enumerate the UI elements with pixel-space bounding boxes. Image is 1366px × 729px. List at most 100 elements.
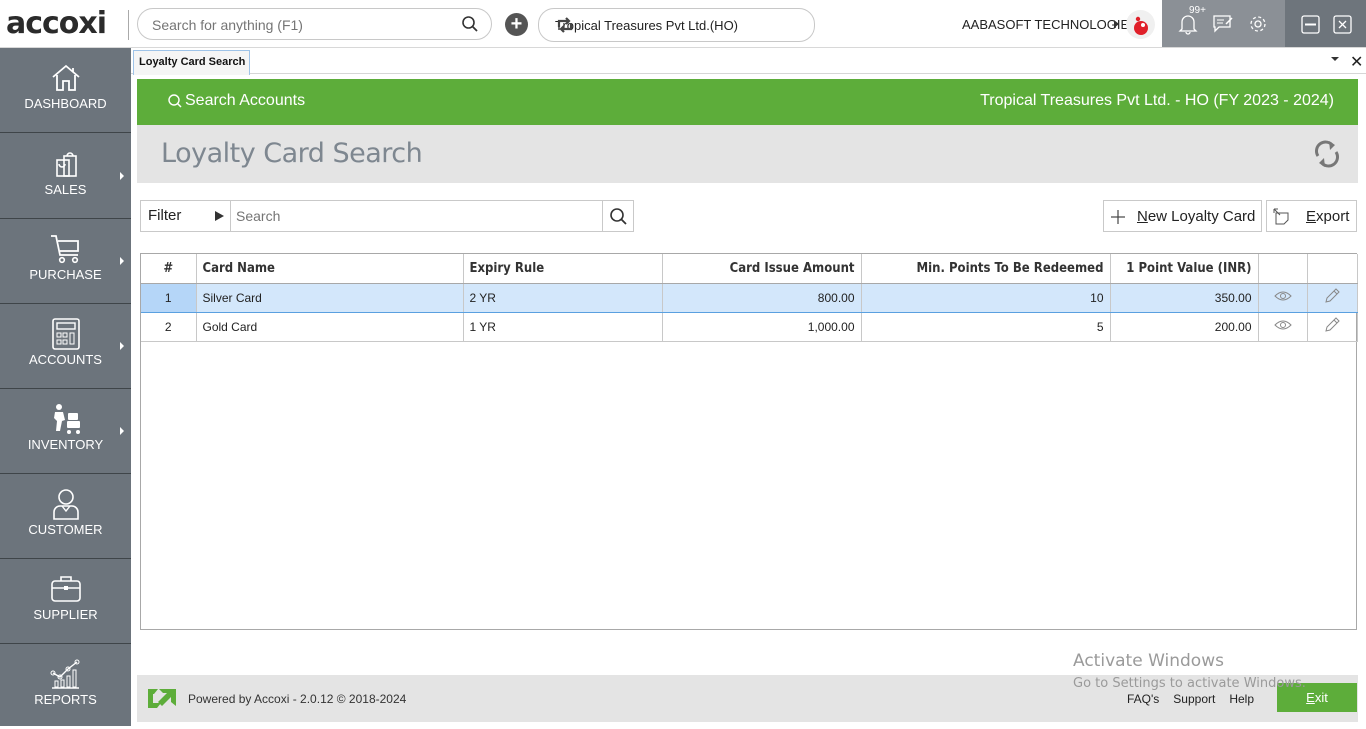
top-bar: accoxi + Tropical Treasures Pvt Ltd.(HO)…: [0, 0, 1366, 48]
loyalty-card-grid: # Card Name Expiry Rule Card Issue Amoun…: [140, 253, 1358, 630]
exit-label: xit: [1314, 690, 1328, 705]
sidebar-item-label: SUPPLIER: [33, 607, 98, 622]
filter-label: Filter: [148, 207, 182, 224]
help-link[interactable]: Help: [1229, 692, 1254, 706]
chart-icon: [48, 658, 84, 690]
new-button-label: ew Loyalty Card: [1147, 208, 1256, 225]
filter-toggle[interactable]: Filter: [140, 200, 231, 232]
search-button[interactable]: [602, 200, 634, 232]
powered-by-text: Powered by Accoxi - 2.0.12 © 2018-2024: [188, 692, 407, 706]
cell-min-points: 10: [861, 283, 1111, 313]
cell-card-name: Silver Card: [196, 283, 464, 313]
search-icon[interactable]: [461, 15, 479, 38]
export-icon: [1273, 208, 1289, 225]
cell-number: 1: [141, 283, 197, 313]
edit-button[interactable]: [1307, 312, 1358, 342]
watermark-line1: Activate Windows: [1073, 651, 1224, 671]
windows-activation-watermark: Activate Windows Go to Settings to activ…: [1073, 651, 1306, 691]
sidebar-item-inventory[interactable]: INVENTORY: [0, 389, 131, 474]
search-box[interactable]: [230, 200, 603, 232]
tab-strip: [131, 48, 1366, 74]
close-tab-icon[interactable]: ✕: [1350, 52, 1363, 72]
cell-number: 2: [141, 312, 197, 342]
submenu-arrow-icon: [120, 172, 124, 180]
cart-icon: [48, 233, 84, 265]
tab-loyalty-card-search[interactable]: Loyalty Card Search: [133, 50, 250, 75]
column-header-expiry-rule[interactable]: Expiry Rule: [463, 254, 663, 284]
refresh-icon[interactable]: [1312, 138, 1342, 175]
messages-icon[interactable]: [1212, 14, 1234, 39]
user-avatar[interactable]: [1126, 10, 1155, 39]
sidebar-item-label: REPORTS: [34, 692, 97, 707]
view-button[interactable]: [1258, 312, 1308, 342]
cell-point-value: 200.00: [1110, 312, 1259, 342]
notification-badge: 99+: [1189, 5, 1206, 16]
sidebar-item-purchase[interactable]: PURCHASE: [0, 219, 131, 304]
cell-min-points: 5: [861, 312, 1111, 342]
cell-expiry-rule: 1 YR: [463, 312, 663, 342]
new-loyalty-card-button[interactable]: New Loyalty Card: [1103, 200, 1262, 232]
pencil-icon: [1325, 317, 1340, 332]
sidebar-item-label: CUSTOMER: [28, 522, 103, 537]
plus-icon: [1111, 210, 1125, 224]
company-selector[interactable]: Tropical Treasures Pvt Ltd.(HO): [538, 8, 815, 42]
sidebar: DASHBOARD SALES PURCHASE ACCOUNTS INVENT…: [0, 48, 131, 726]
shopping-bag-icon: [48, 148, 84, 180]
play-arrow-icon: [215, 211, 224, 221]
column-header-number[interactable]: #: [141, 254, 197, 284]
sidebar-item-supplier[interactable]: SUPPLIER: [0, 559, 131, 644]
sidebar-item-accounts[interactable]: ACCOUNTS: [0, 304, 131, 389]
home-icon: [48, 62, 84, 94]
search-input[interactable]: [236, 208, 586, 224]
sidebar-item-label: ACCOUNTS: [29, 352, 102, 367]
search-accounts-link[interactable]: Search Accounts: [167, 92, 305, 110]
submenu-arrow-icon: [120, 427, 124, 435]
sidebar-item-label: INVENTORY: [27, 437, 104, 452]
company-fy-label: Tropical Treasures Pvt Ltd. - HO (FY 202…: [980, 92, 1334, 109]
eye-icon: [1273, 291, 1292, 301]
sidebar-item-reports[interactable]: REPORTS: [0, 644, 131, 729]
gear-icon[interactable]: [1248, 14, 1268, 39]
calculator-icon: [48, 318, 84, 350]
sidebar-item-sales[interactable]: SALES: [0, 134, 131, 219]
faqs-link[interactable]: FAQ's: [1127, 692, 1159, 706]
sidebar-item-label: DASHBOARD: [24, 96, 107, 111]
support-link[interactable]: Support: [1173, 692, 1215, 706]
page-title-bar: Loyalty Card Search: [137, 125, 1358, 183]
sidebar-item-customer[interactable]: CUSTOMER: [0, 474, 131, 559]
export-label: xport: [1316, 208, 1350, 225]
minimize-icon[interactable]: [1301, 15, 1320, 39]
eye-icon: [1273, 320, 1292, 330]
cell-point-value: 350.00: [1110, 283, 1259, 313]
caret-right-icon[interactable]: [1114, 20, 1119, 28]
table-header-row: # Card Name Expiry Rule Card Issue Amoun…: [141, 254, 1358, 284]
tab-list-dropdown-icon[interactable]: [1331, 57, 1339, 61]
sidebar-item-dashboard[interactable]: DASHBOARD: [0, 48, 131, 133]
table-row[interactable]: 1 Silver Card 2 YR 800.00 10 350.00: [141, 283, 1358, 313]
cell-expiry-rule: 2 YR: [463, 283, 663, 313]
export-button[interactable]: Export: [1266, 200, 1357, 232]
close-window-icon[interactable]: [1333, 15, 1352, 39]
global-search[interactable]: [137, 8, 492, 40]
accoxi-footer-logo: [146, 686, 178, 715]
briefcase-icon: [48, 573, 84, 605]
view-button[interactable]: [1258, 283, 1308, 313]
accoxi-logo: accoxi: [6, 6, 107, 41]
column-header-view: [1258, 254, 1308, 284]
switch-company-icon[interactable]: [555, 15, 806, 38]
bell-icon[interactable]: [1178, 13, 1198, 40]
window-controls: [1285, 0, 1366, 47]
column-header-min-points[interactable]: Min. Points To Be Redeemed: [861, 254, 1111, 284]
table-row[interactable]: 2 Gold Card 1 YR 1,000.00 5 200.00: [141, 312, 1358, 342]
page-title: Loyalty Card Search: [161, 138, 423, 169]
column-header-card-name[interactable]: Card Name: [196, 254, 464, 284]
edit-button[interactable]: [1307, 283, 1358, 313]
cell-card-name: Gold Card: [196, 312, 464, 342]
add-new-icon[interactable]: +: [505, 13, 528, 36]
global-search-input[interactable]: [152, 15, 452, 35]
organization-name[interactable]: AABASOFT TECHNOLOGIES: [962, 17, 1138, 32]
search-accounts-label: Search Accounts: [185, 92, 306, 109]
column-header-point-value[interactable]: 1 Point Value (INR): [1110, 254, 1259, 284]
submenu-arrow-icon: [120, 342, 124, 350]
column-header-card-issue-amount[interactable]: Card Issue Amount: [662, 254, 862, 284]
